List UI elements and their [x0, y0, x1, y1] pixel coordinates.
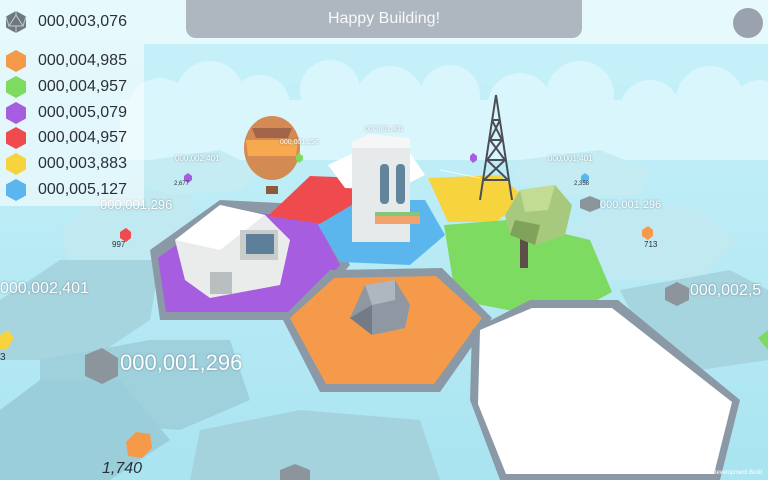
world-label-score: 000,001,296	[120, 350, 243, 375]
yellow-hex-icon	[6, 153, 26, 175]
purple-hex-icon	[6, 102, 26, 124]
world-label-score: 000,002,401	[0, 280, 89, 297]
dev-build-label: Development Build	[712, 470, 763, 476]
world-label-count: 3	[0, 352, 6, 363]
world-label-count: 713	[644, 240, 658, 249]
resource-value-orange: 000,004,985	[38, 52, 127, 69]
d20-icon	[5, 11, 27, 33]
resource-value-purple: 000,005,079	[38, 104, 127, 121]
world-label-count: 2,358	[574, 181, 590, 187]
status-banner: Happy Building!	[186, 0, 582, 38]
resource-value-green: 000,004,957	[38, 78, 127, 95]
resource-value-yellow: 000,003,883	[38, 155, 127, 172]
tower-building[interactable]	[352, 134, 420, 242]
world-label-count: 1,740	[102, 460, 143, 477]
world-label-score: 000,001,401	[365, 126, 404, 133]
resource-row-yellow: 000,003,883	[4, 152, 127, 176]
total-score-value: 000,003,076	[38, 13, 127, 30]
world-label-score: 000,002,5	[690, 282, 762, 299]
resource-row-red: 000,004,957	[4, 126, 127, 150]
green-hex-icon	[6, 76, 26, 98]
banner-text: Happy Building!	[327, 10, 441, 27]
orange-hex-icon	[6, 50, 26, 72]
resource-value-blue: 000,005,127	[38, 181, 127, 198]
world-label-score: 000,001,401	[548, 154, 593, 163]
resource-value-red: 000,004,957	[38, 129, 127, 146]
world-label-score: 000,001,296	[600, 199, 662, 211]
red-hex-icon	[6, 127, 26, 149]
world-label-score: 000,001,296	[280, 139, 319, 146]
resource-row-purple: 000,005,079	[4, 101, 127, 125]
resource-row-green: 000,004,957	[4, 75, 127, 99]
resource-row-blue: 000,005,127	[4, 178, 127, 202]
world-label-score: 000,002,401	[175, 154, 220, 163]
menu-button[interactable]	[733, 8, 763, 38]
resource-row-orange: 000,004,985	[4, 49, 127, 73]
total-score: 000,003,076	[4, 10, 127, 34]
blue-hex-icon	[6, 179, 26, 201]
world-label-count: 2,677	[174, 181, 190, 187]
world-label-count: 997	[112, 240, 126, 249]
